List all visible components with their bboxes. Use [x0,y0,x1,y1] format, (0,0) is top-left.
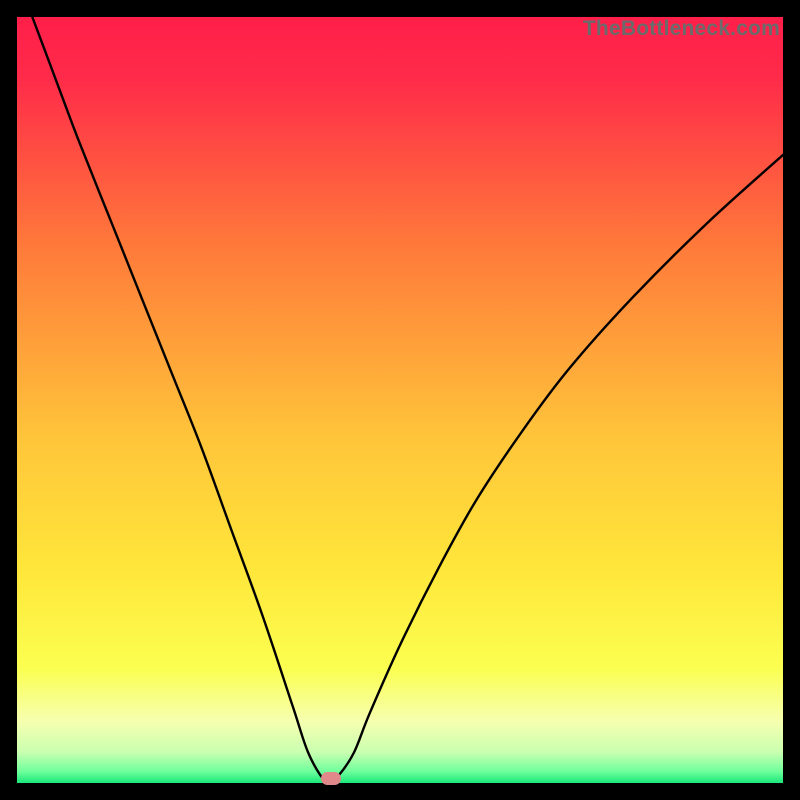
gradient-background [17,17,783,783]
optimal-point-marker [321,772,341,785]
chart-frame: TheBottleneck.com [17,17,783,783]
bottleneck-plot [17,17,783,783]
watermark-text: TheBottleneck.com [583,17,780,41]
